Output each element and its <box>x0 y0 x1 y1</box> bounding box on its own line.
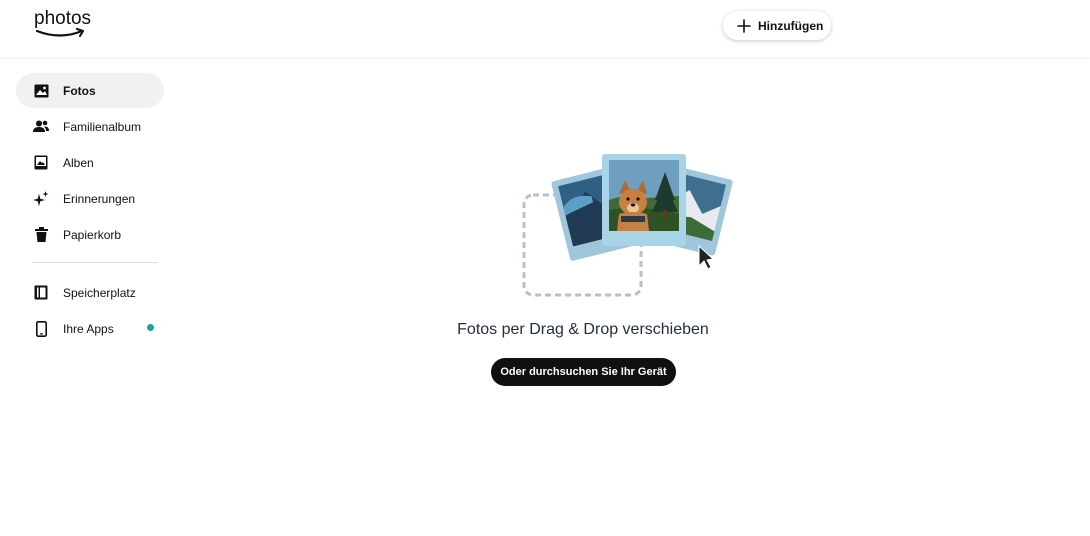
sidebar-item-label: Papierkorb <box>63 227 122 242</box>
logo-text: photos <box>34 8 92 29</box>
drag-drop-illustration <box>522 154 733 297</box>
add-button[interactable]: Hinzufügen <box>723 11 831 40</box>
amazon-photos-logo[interactable]: photos <box>34 8 94 42</box>
sidebar-divider <box>32 262 158 263</box>
notification-dot <box>147 324 154 331</box>
sidebar-item-label: Ihre Apps <box>63 321 114 336</box>
sidebar-item-label: Erinnerungen <box>63 191 136 206</box>
plus-icon <box>737 18 751 33</box>
album-icon <box>33 155 49 171</box>
sidebar-item-ihre-apps[interactable]: Ihre Apps <box>16 311 164 346</box>
trash-icon <box>33 227 49 243</box>
smile-arrow-icon <box>36 28 84 37</box>
sidebar-item-alben[interactable]: Alben <box>16 145 164 180</box>
sidebar-item-fotos[interactable]: Fotos <box>16 73 164 108</box>
drop-title: Fotos per Drag & Drop verschieben <box>457 321 709 338</box>
sidebar-item-erinnerungen[interactable]: Erinnerungen <box>16 181 164 216</box>
sidebar-item-label: Alben <box>63 155 94 170</box>
sidebar-item-label: Speicherplatz <box>63 285 136 300</box>
sidebar-item-label: Familienalbum <box>63 119 142 134</box>
app-header: photos Hinzufügen <box>0 0 1090 57</box>
sidebar-item-label: Fotos <box>63 83 96 98</box>
sparkle-icon <box>33 190 49 207</box>
sidebar-item-familienalbum[interactable]: Familienalbum <box>16 109 164 144</box>
photo-icon <box>33 83 49 99</box>
storage-icon <box>33 285 49 301</box>
sidebar: Fotos Familienalbum Alben Erinnerungen P… <box>16 73 164 347</box>
browse-device-button[interactable]: Oder durchsuchen Sie Ihr Gerät <box>491 358 676 386</box>
phone-icon <box>33 320 49 337</box>
sidebar-item-papierkorb[interactable]: Papierkorb <box>16 217 164 252</box>
people-icon <box>33 119 49 135</box>
sidebar-item-speicherplatz[interactable]: Speicherplatz <box>16 275 164 310</box>
add-button-label: Hinzufügen <box>758 18 824 33</box>
